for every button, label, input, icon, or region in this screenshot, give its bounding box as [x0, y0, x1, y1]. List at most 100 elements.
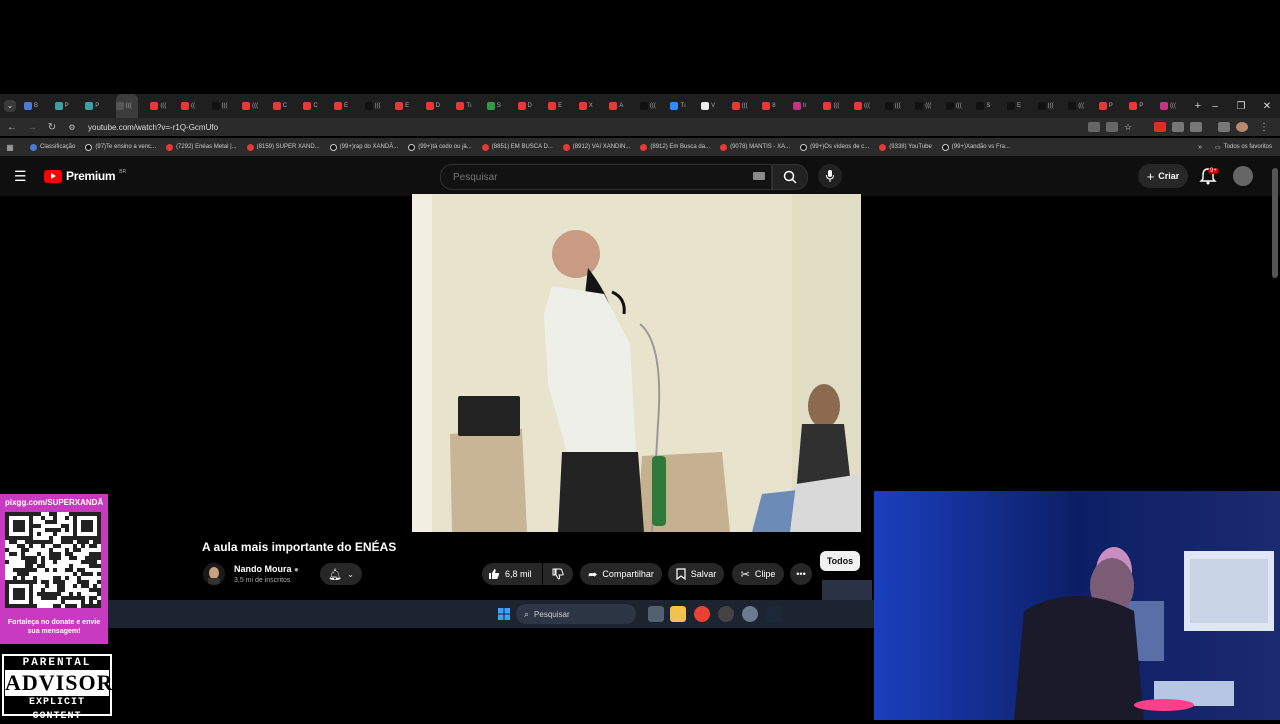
browser-tab[interactable]: P: [1129, 94, 1147, 118]
bookmark-item[interactable]: (97)Te ensino a venc...: [85, 143, 156, 151]
save-button[interactable]: Salvar: [668, 563, 724, 585]
bookmark-item[interactable]: (8912) VAI XANDIN...: [562, 143, 630, 151]
browser-tab[interactable]: A: [609, 94, 627, 118]
bookmark-item[interactable]: (7292) Enéas Metal |...: [166, 143, 237, 151]
bookmark-item[interactable]: (8159) SUPER XAND...: [246, 143, 320, 151]
browser-tab[interactable]: (((: [364, 94, 383, 118]
browser-tab[interactable]: C: [272, 94, 291, 118]
subscription-bell-button[interactable]: 🔔︎ ⌄: [320, 563, 362, 585]
browser-tab[interactable]: E: [548, 94, 566, 118]
browser-tab[interactable]: 8: [762, 94, 780, 118]
bookmark-item[interactable]: (8912) Em Busca da...: [640, 143, 710, 151]
task-view-icon[interactable]: [648, 606, 664, 622]
browser-tab[interactable]: (((: [1037, 94, 1056, 118]
search-button[interactable]: [772, 164, 808, 190]
profile-avatar-icon[interactable]: [1236, 122, 1248, 132]
bookmark-item[interactable]: (99+)Xandão vs Fra...: [941, 143, 1010, 151]
browser-tab[interactable]: ((: [180, 94, 199, 118]
browser-tab[interactable]: (((: [115, 94, 138, 118]
browser-tab[interactable]: Ir: [792, 94, 811, 118]
browser-tab[interactable]: (((: [945, 94, 964, 118]
bookmark-item[interactable]: (99+)tá cedo ou já...: [408, 143, 472, 151]
tab-search-button[interactable]: ⌄: [4, 100, 16, 112]
forward-icon[interactable]: →: [22, 122, 42, 133]
browser-tab[interactable]: D: [425, 94, 444, 118]
video-player[interactable]: [412, 194, 861, 532]
bookmark-item[interactable]: (9338) YouTube: [879, 143, 932, 151]
browser-tab[interactable]: (((: [150, 94, 168, 118]
browser-tab[interactable]: B: [24, 94, 42, 118]
browser-tab[interactable]: E: [395, 94, 413, 118]
browser-tab[interactable]: S: [486, 94, 505, 118]
windows-start-icon[interactable]: [498, 608, 510, 620]
more-actions-button[interactable]: •••: [790, 563, 812, 585]
minimize-button[interactable]: –: [1202, 101, 1228, 112]
taskbar-search-box[interactable]: ⌕ Pesquisar: [516, 604, 636, 624]
channel-avatar[interactable]: [203, 563, 225, 585]
browser-tab[interactable]: X: [578, 94, 597, 118]
back-icon[interactable]: ←: [2, 122, 22, 133]
browser-tab[interactable]: (((: [1159, 94, 1178, 118]
new-tab-button[interactable]: +: [1195, 100, 1201, 112]
zoom-icon[interactable]: [1106, 122, 1118, 132]
browser-tab[interactable]: (((: [915, 94, 933, 118]
settings-gear-icon[interactable]: [742, 606, 758, 622]
install-app-icon[interactable]: [1088, 122, 1100, 132]
browser-tab[interactable]: (((: [854, 94, 872, 118]
browser-tab[interactable]: P: [54, 94, 73, 118]
bookmark-star-icon[interactable]: ☆: [1124, 122, 1136, 132]
browser-tab[interactable]: (((: [211, 94, 230, 118]
browser-tab[interactable]: (((: [884, 94, 903, 118]
browser-tab[interactable]: P: [85, 94, 103, 118]
extension-icon[interactable]: [1154, 122, 1166, 132]
app-icon[interactable]: [718, 606, 734, 622]
bookmark-item[interactable]: (9078) MANTIS - XA...: [720, 143, 790, 151]
browser-tab[interactable]: (((: [823, 94, 841, 118]
browser-tab[interactable]: S: [976, 94, 994, 118]
menu-icon[interactable]: ☰: [14, 168, 27, 185]
apps-grid-icon[interactable]: ▦: [0, 143, 20, 152]
clip-button[interactable]: ✂ Clipe: [732, 563, 784, 585]
all-bookmarks-folder[interactable]: » ▭ Todos os favoritos: [1198, 144, 1272, 151]
channel-name[interactable]: Nando Moura ●: [234, 564, 299, 574]
restore-button[interactable]: ❐: [1228, 101, 1254, 112]
reading-list-icon[interactable]: [1218, 122, 1230, 132]
file-explorer-icon[interactable]: [670, 606, 686, 622]
steam-icon[interactable]: [766, 606, 782, 622]
browser-tab[interactable]: (((: [242, 94, 260, 118]
chip-all[interactable]: Todos: [820, 551, 860, 571]
url-field[interactable]: youtube.com/watch?v=-r1Q-GcmUfo: [88, 123, 1088, 132]
browser-tab[interactable]: Tı: [670, 94, 688, 118]
browser-tab[interactable]: C: [303, 94, 321, 118]
browser-tab[interactable]: P: [1098, 94, 1117, 118]
browser-tab[interactable]: Tı: [456, 94, 474, 118]
browser-tab[interactable]: (((: [639, 94, 658, 118]
youtube-logo[interactable]: Premium BR: [44, 169, 126, 183]
close-window-button[interactable]: ✕: [1254, 101, 1280, 112]
browser-tab[interactable]: E: [1007, 94, 1025, 118]
recommended-video-thumbnail[interactable]: [822, 580, 872, 600]
create-button[interactable]: + Criar: [1138, 164, 1188, 188]
keyboard-icon[interactable]: [753, 172, 765, 180]
page-scrollbar[interactable]: [1272, 168, 1278, 278]
bookmark-item[interactable]: (8851) EM BUSCA D...: [481, 143, 553, 151]
bookmark-item[interactable]: (99+)Os vídeos de c...: [800, 143, 869, 151]
dislike-button[interactable]: [543, 563, 573, 585]
browser-tab[interactable]: D: [517, 94, 536, 118]
like-button[interactable]: 6,8 mil: [482, 563, 542, 585]
voice-search-button[interactable]: [818, 164, 842, 188]
bookmark-item[interactable]: Classificação: [30, 143, 75, 151]
bookmark-item[interactable]: (99+)rap do XANDÃ...: [329, 143, 398, 151]
reload-icon[interactable]: ↻: [42, 122, 62, 133]
browser-tab[interactable]: (((: [1068, 94, 1086, 118]
extension-icon[interactable]: [1172, 122, 1184, 132]
site-info-icon[interactable]: ⚙: [62, 123, 82, 132]
account-avatar[interactable]: [1233, 166, 1253, 186]
browser-menu-icon[interactable]: ⋮: [1254, 122, 1274, 133]
chrome-icon[interactable]: [694, 606, 710, 622]
share-button[interactable]: ➦ Compartilhar: [580, 563, 662, 585]
chevron-more-icon[interactable]: »: [1198, 144, 1202, 151]
browser-tab[interactable]: E: [333, 94, 352, 118]
extensions-puzzle-icon[interactable]: [1190, 122, 1202, 132]
browser-tab[interactable]: (((: [731, 94, 750, 118]
